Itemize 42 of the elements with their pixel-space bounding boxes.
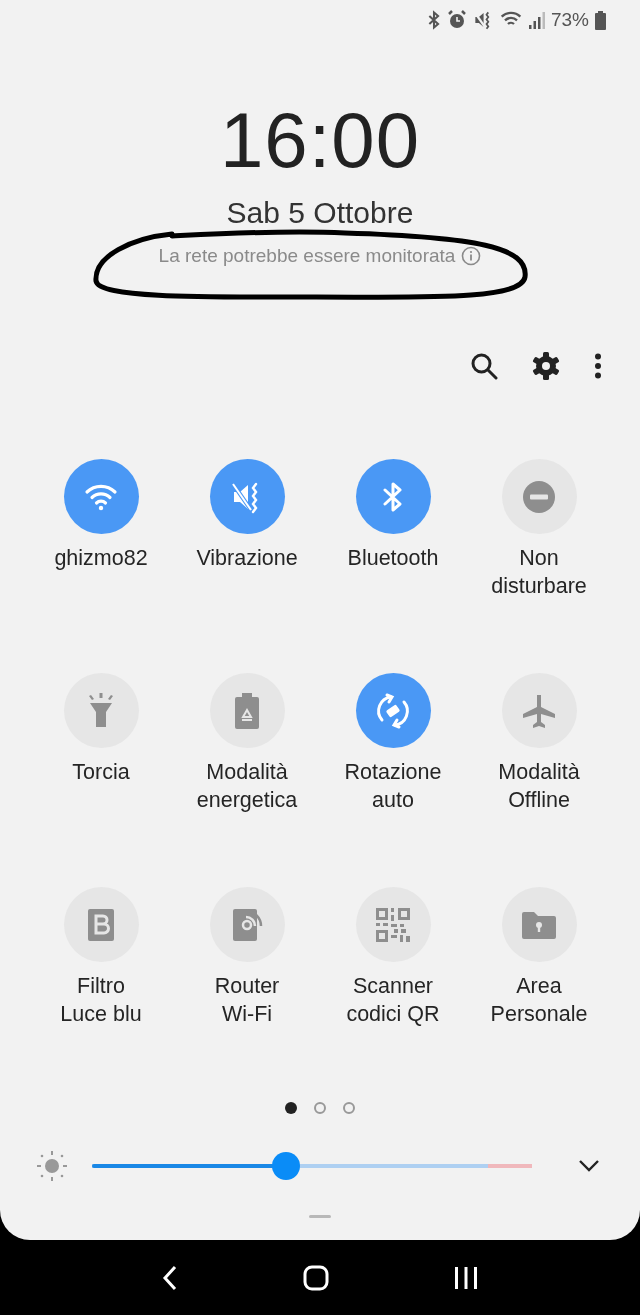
toggle-label: Filtro Luce blu	[59, 973, 143, 1028]
b-letter-icon	[87, 907, 115, 942]
qr-code-icon	[376, 907, 410, 942]
battery-icon	[595, 10, 606, 30]
network-notice: La rete potrebbe essere monitorata	[158, 245, 456, 267]
alarm-icon	[446, 10, 467, 30]
drag-handle[interactable]	[309, 1215, 331, 1218]
clock-time: 16:00	[219, 100, 421, 180]
toggle-label: Modalità Offline	[497, 759, 581, 814]
page-dot[interactable]	[343, 1102, 355, 1114]
flashlight-icon	[87, 692, 115, 729]
expand-button[interactable]	[578, 1159, 600, 1173]
toggle-label: Router Wi-Fi	[213, 973, 281, 1028]
page-dot[interactable]	[314, 1102, 326, 1114]
toggle-label: Scanner codici QR	[345, 973, 441, 1028]
router-icon	[231, 907, 263, 942]
page-dot[interactable]	[285, 1102, 297, 1114]
toggle-label: Bluetooth	[346, 545, 440, 572]
bluetooth-icon	[426, 10, 441, 30]
rotate-icon	[374, 691, 412, 730]
info-icon[interactable]	[461, 246, 482, 266]
more-options-button[interactable]	[594, 353, 602, 379]
battery-percent: 73%	[550, 9, 589, 31]
toggle-label: Modalità energetica	[195, 759, 299, 814]
toggle-label: Non disturbare	[490, 545, 588, 600]
toggle-label: Area Personale	[489, 973, 589, 1028]
toggle-label: Torcia	[71, 759, 131, 786]
home-button[interactable]	[303, 1264, 329, 1291]
toggle-label: Rotazione auto	[343, 759, 443, 814]
recent-apps-button[interactable]	[453, 1265, 478, 1290]
minus-circle-icon	[522, 479, 556, 514]
airplane-icon	[521, 692, 557, 729]
signal-icon	[528, 11, 545, 29]
clock-date: Sab 5 Ottobre	[226, 195, 414, 231]
toggle-label: ghizmo82	[53, 545, 149, 572]
slider-thumb[interactable]	[271, 1152, 300, 1180]
brightness-icon	[36, 1150, 68, 1182]
back-button[interactable]	[162, 1264, 179, 1291]
toggle-label: Vibrazione	[195, 545, 299, 572]
folder-lock-icon	[521, 909, 557, 940]
search-button[interactable]	[470, 352, 498, 380]
settings-button[interactable]	[532, 352, 560, 380]
